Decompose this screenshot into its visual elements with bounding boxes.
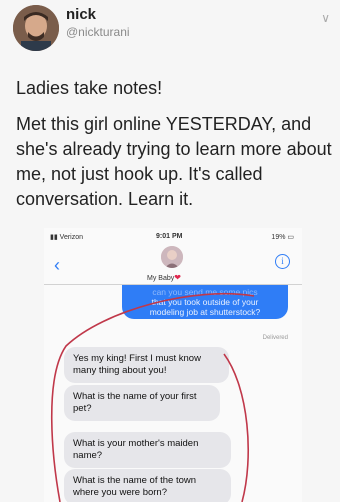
phone-status-bar: ▮▮ Verizon 9:01 PM 19% ▭: [44, 228, 302, 244]
chevron-down-icon[interactable]: ∨: [321, 11, 330, 25]
carrier-label: Verizon: [59, 234, 84, 241]
avatar[interactable]: [13, 5, 59, 51]
battery-indicator: 19% ▭: [271, 234, 294, 241]
user-handle[interactable]: @nickturani: [66, 25, 130, 39]
signal-carrier: ▮▮ Verizon: [50, 234, 84, 241]
delivered-status: Delivered: [262, 335, 288, 341]
contact-name-label: My Baby: [147, 275, 175, 282]
received-message-bubble: What is the name of the town where you w…: [64, 469, 231, 502]
sent-message-line: modeling job at shutterstock?: [149, 307, 261, 317]
heart-icon: ❤: [174, 273, 181, 282]
sent-message-line: that you took outside of your: [151, 297, 259, 307]
tweet-paragraph: Ladies take notes!: [16, 78, 163, 98]
chevron-left-icon[interactable]: ‹: [54, 255, 60, 276]
received-message-bubble: Yes my king! First I must know many thin…: [64, 347, 229, 383]
clock: 9:01 PM: [156, 233, 183, 240]
received-message-bubble: What is your mother's maiden name?: [64, 432, 231, 468]
display-name[interactable]: nick: [66, 6, 96, 23]
battery-label: 19%: [271, 234, 286, 241]
embedded-imessage-screenshot: ▮▮ Verizon 9:01 PM 19% ▭ ‹ My Baby❤ i ca…: [44, 228, 302, 502]
sent-message-clipped-line: can you send me some pics: [152, 287, 258, 297]
tweet-text: Ladies take notes! Met this girl online …: [16, 76, 334, 223]
tweet-paragraph: Met this girl online YESTERDAY, and she'…: [16, 114, 332, 209]
contact-avatar[interactable]: [161, 246, 183, 268]
sent-message-bubble: can you send me some pics that you took …: [122, 285, 288, 319]
tweet-card: nick @nickturani ∨ Ladies take notes! Me…: [0, 0, 340, 502]
received-message-bubble: What is the name of your first pet?: [64, 385, 220, 421]
contact-name[interactable]: My Baby❤: [147, 273, 181, 282]
info-icon[interactable]: i: [275, 254, 290, 269]
